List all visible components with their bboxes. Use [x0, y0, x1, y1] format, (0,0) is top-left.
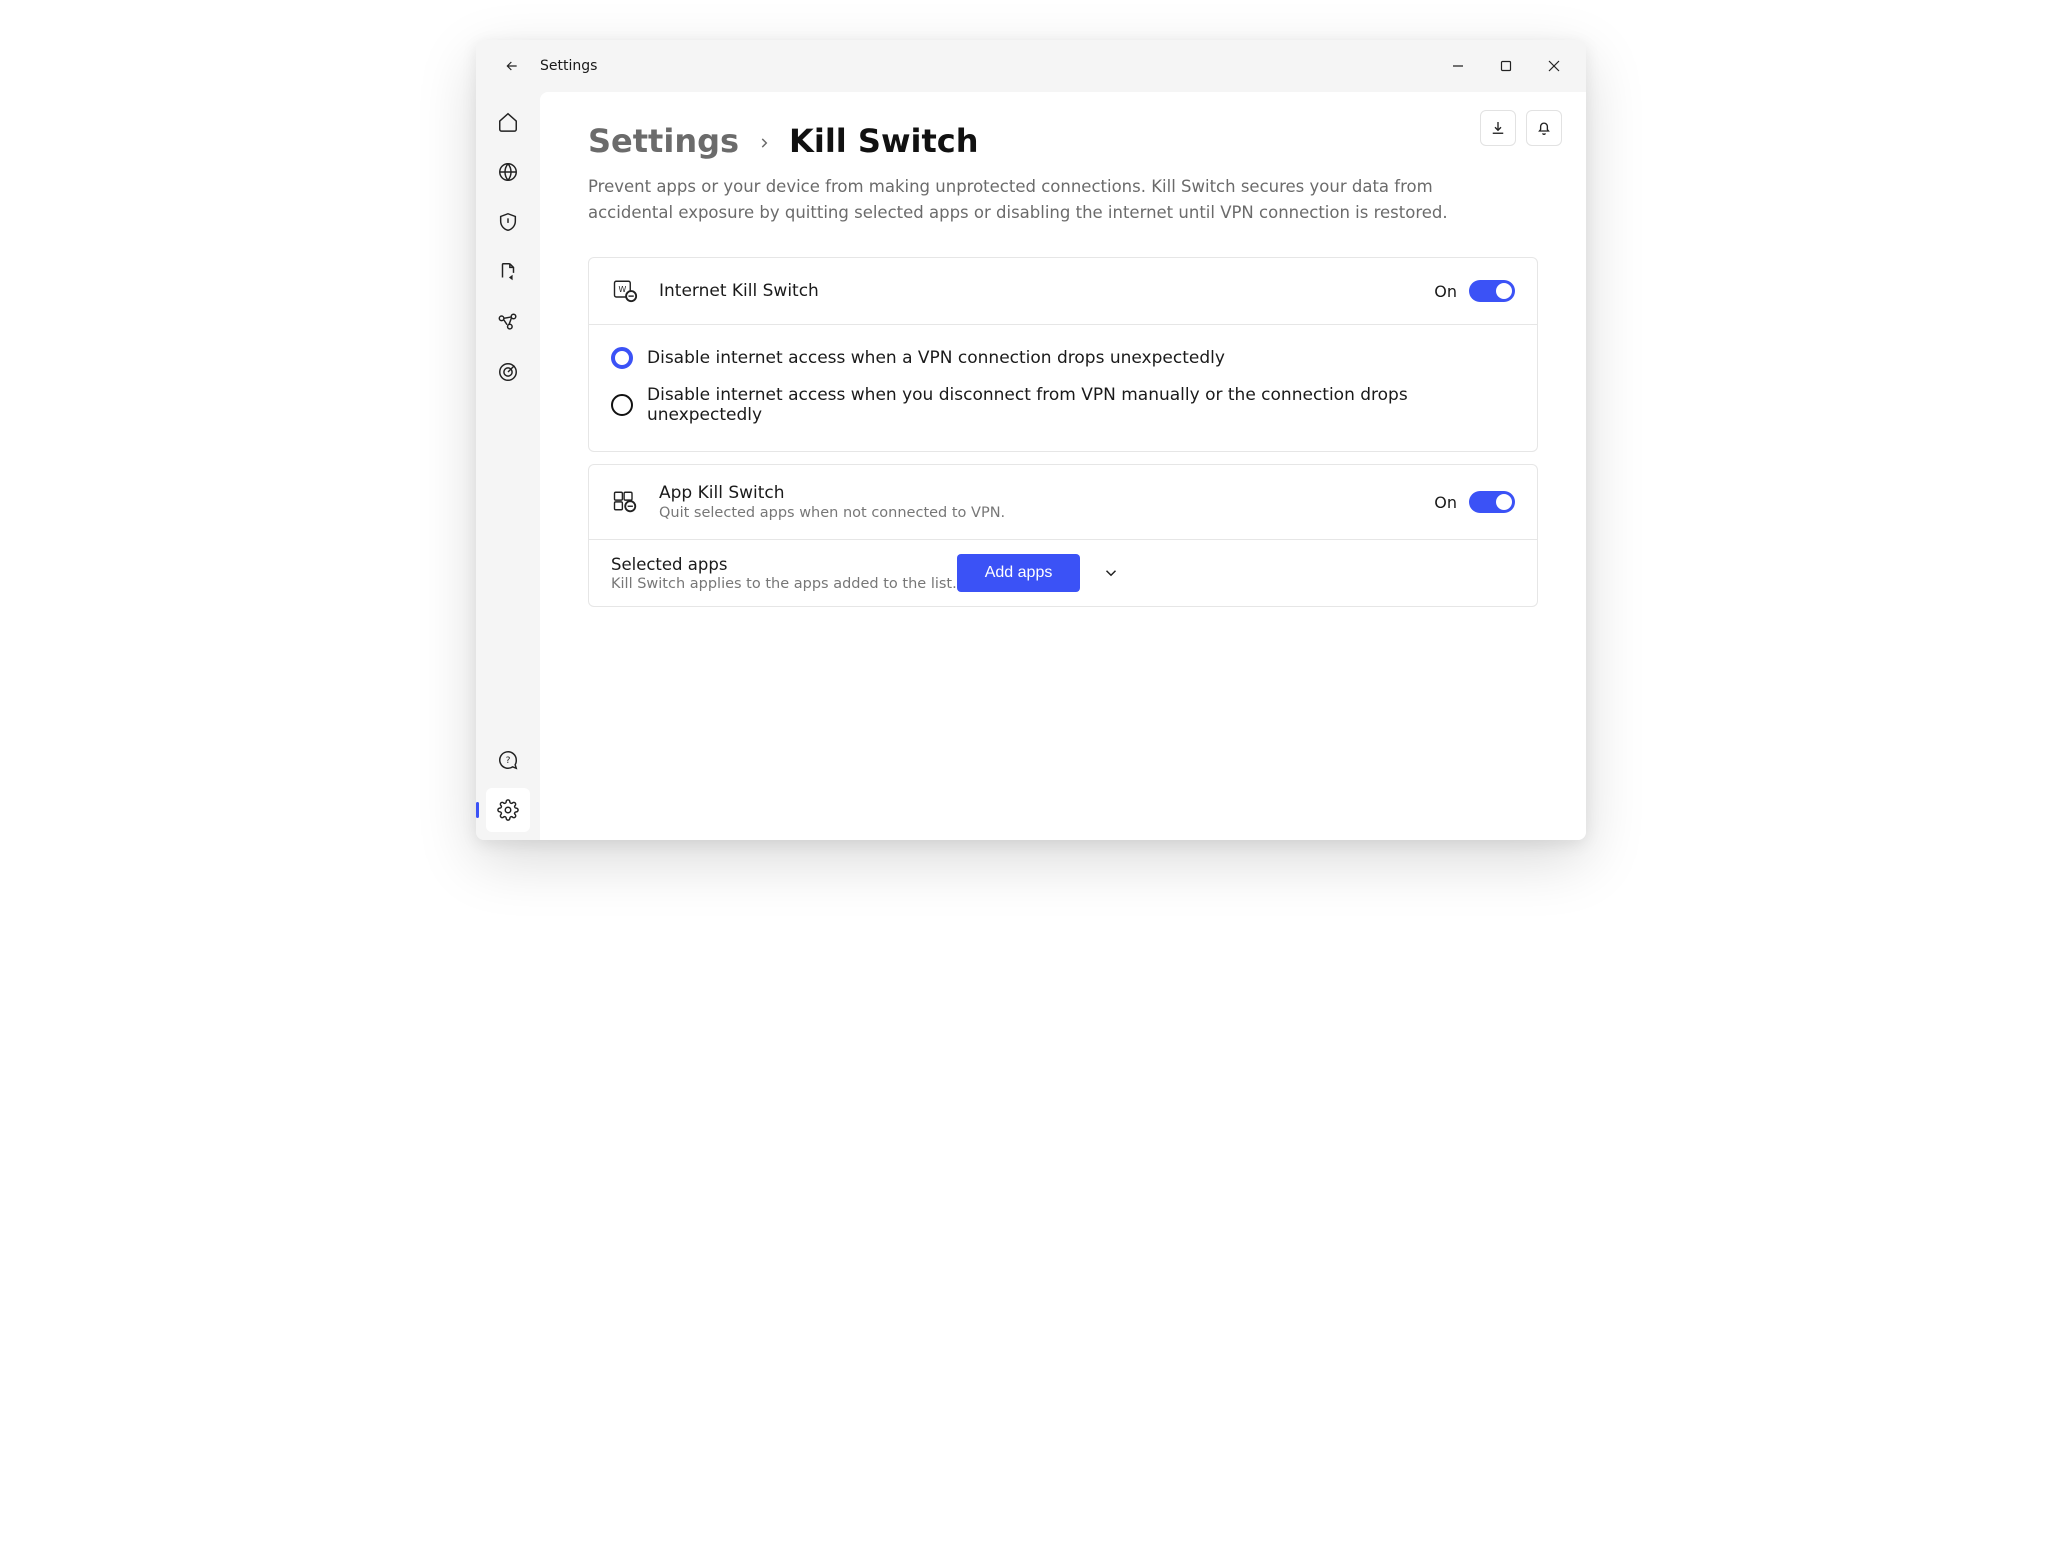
mesh-icon: [497, 311, 519, 333]
app-kill-switch-toggle[interactable]: [1469, 491, 1515, 513]
back-button[interactable]: [496, 50, 528, 82]
page-description: Prevent apps or your device from making …: [588, 174, 1468, 225]
sidebar-item-home[interactable]: [486, 100, 530, 144]
internet-kill-switch-toggle[interactable]: [1469, 280, 1515, 302]
app-kill-switch-subtitle: Quit selected apps when not connected to…: [659, 505, 1005, 521]
close-icon: [1548, 60, 1560, 72]
sidebar-item-help[interactable]: ?: [486, 738, 530, 782]
window-title: Settings: [540, 58, 597, 74]
globe-icon: [497, 161, 519, 183]
radio-selected-icon: [611, 347, 633, 369]
internet-kill-switch-icon: W: [611, 276, 641, 306]
main-content: Settings Kill Switch Prevent apps or you…: [540, 92, 1586, 840]
minimize-icon: [1452, 60, 1464, 72]
breadcrumb-current: Kill Switch: [789, 122, 978, 160]
arrow-left-icon: [504, 58, 520, 74]
svg-text:?: ?: [506, 755, 511, 766]
shield-icon: [497, 211, 519, 233]
expand-selected-apps[interactable]: [1102, 564, 1120, 582]
download-icon: [1489, 119, 1507, 137]
home-icon: [497, 111, 519, 133]
help-icon: ?: [497, 749, 519, 771]
kill-switch-option-drop[interactable]: Disable internet access when a VPN conne…: [611, 339, 1515, 377]
sidebar-item-file[interactable]: [486, 250, 530, 294]
sidebar-item-mesh[interactable]: [486, 300, 530, 344]
selected-apps-row: Selected apps Kill Switch applies to the…: [589, 539, 1537, 606]
sidebar-item-target[interactable]: [486, 350, 530, 394]
file-share-icon: [497, 261, 519, 283]
notifications-button[interactable]: [1526, 110, 1562, 146]
sidebar-item-settings[interactable]: [486, 788, 530, 832]
target-icon: [497, 361, 519, 383]
app-kill-switch-title: App Kill Switch: [659, 483, 1005, 503]
app-window: Settings: [476, 40, 1586, 840]
download-button[interactable]: [1480, 110, 1516, 146]
internet-kill-switch-state: On: [1434, 282, 1457, 301]
sidebar-item-protection[interactable]: [486, 200, 530, 244]
selected-apps-subtitle: Kill Switch applies to the apps added to…: [611, 576, 957, 592]
sidebar: ?: [476, 92, 540, 840]
internet-kill-switch-card: W Internet Kill Switch On Disable intern…: [588, 257, 1538, 452]
minimize-button[interactable]: [1434, 46, 1482, 86]
titlebar: Settings: [476, 40, 1586, 92]
chevron-down-icon: [1102, 564, 1120, 582]
maximize-icon: [1500, 60, 1512, 72]
svg-text:W: W: [618, 285, 626, 294]
app-kill-switch-icon: [611, 487, 641, 517]
internet-kill-switch-title: Internet Kill Switch: [659, 281, 819, 301]
option-label: Disable internet access when you disconn…: [647, 385, 1515, 425]
selected-apps-title: Selected apps: [611, 555, 957, 574]
app-kill-switch-card: App Kill Switch Quit selected apps when …: [588, 464, 1538, 607]
breadcrumb-parent[interactable]: Settings: [588, 122, 739, 160]
gear-icon: [497, 799, 519, 821]
bell-icon: [1535, 119, 1553, 137]
app-kill-switch-state: On: [1434, 493, 1457, 512]
chevron-right-icon: [757, 136, 771, 150]
maximize-button[interactable]: [1482, 46, 1530, 86]
internet-kill-switch-options: Disable internet access when a VPN conne…: [589, 324, 1537, 451]
option-label: Disable internet access when a VPN conne…: [647, 348, 1225, 368]
kill-switch-option-manual[interactable]: Disable internet access when you disconn…: [611, 377, 1515, 433]
close-button[interactable]: [1530, 46, 1578, 86]
sidebar-item-globe[interactable]: [486, 150, 530, 194]
radio-unselected-icon: [611, 394, 633, 416]
breadcrumb: Settings Kill Switch: [588, 122, 1538, 160]
add-apps-button[interactable]: Add apps: [957, 554, 1081, 592]
